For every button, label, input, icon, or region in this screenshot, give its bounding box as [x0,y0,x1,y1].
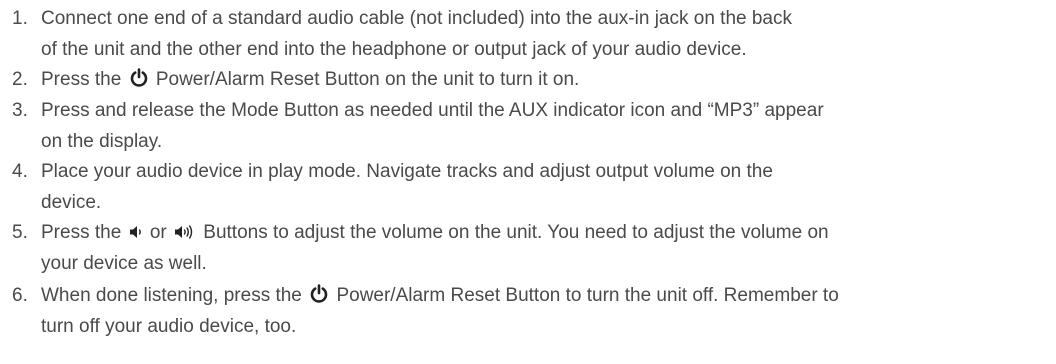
step-line: device. [41,192,102,213]
step-number: 5. [12,222,28,243]
step-line: Press and release the Mode Button as nee… [41,100,824,121]
step-line: on the display. [41,131,163,152]
power-icon [309,284,329,304]
step-line: When done listening, press the Power/Ala… [41,280,1051,311]
step-text-segment: Press the [41,69,127,90]
step-text-segment: or [144,222,172,243]
step-text: Press the or Buttons to adjust the volum… [41,217,1051,279]
step-line: Place your audio device in play mode. Na… [41,161,773,182]
step-line: your device as well. [41,253,207,274]
step-text-segment: Buttons to adjust the volume on the unit… [198,222,829,243]
step-text: Press and release the Mode Button as nee… [41,95,1051,157]
step-line: of the unit and the other end into the h… [41,39,747,60]
volume-down-icon [129,223,143,241]
step-text: Press the Power/Alarm Reset Button on th… [41,64,1051,95]
step-line: Connect one end of a standard audio cabl… [41,8,793,29]
volume-up-icon [174,223,196,241]
step-text: Place your audio device in play mode. Na… [41,156,1051,218]
step-line: turn off your audio device, too. [41,316,297,337]
step-line: Press the or Buttons to adjust the volum… [41,217,1051,248]
step-number: 2. [12,69,28,90]
step-number: 4. [12,161,28,182]
step-text: Connect one end of a standard audio cabl… [41,3,1051,65]
step-text-segment: Power/Alarm Reset Button on the unit to … [150,69,580,90]
step-number: 3. [12,100,28,121]
step-text-segment: Power/Alarm Reset Button to turn the uni… [331,285,839,306]
step-text-segment: When done listening, press the [41,285,308,306]
power-icon [129,68,149,88]
step-number: 6. [12,285,28,306]
step-text: When done listening, press the Power/Ala… [41,280,1051,342]
step-text-segment: Press the [41,222,127,243]
step-number: 1. [12,8,28,29]
step-line: Press the Power/Alarm Reset Button on th… [41,64,1051,95]
